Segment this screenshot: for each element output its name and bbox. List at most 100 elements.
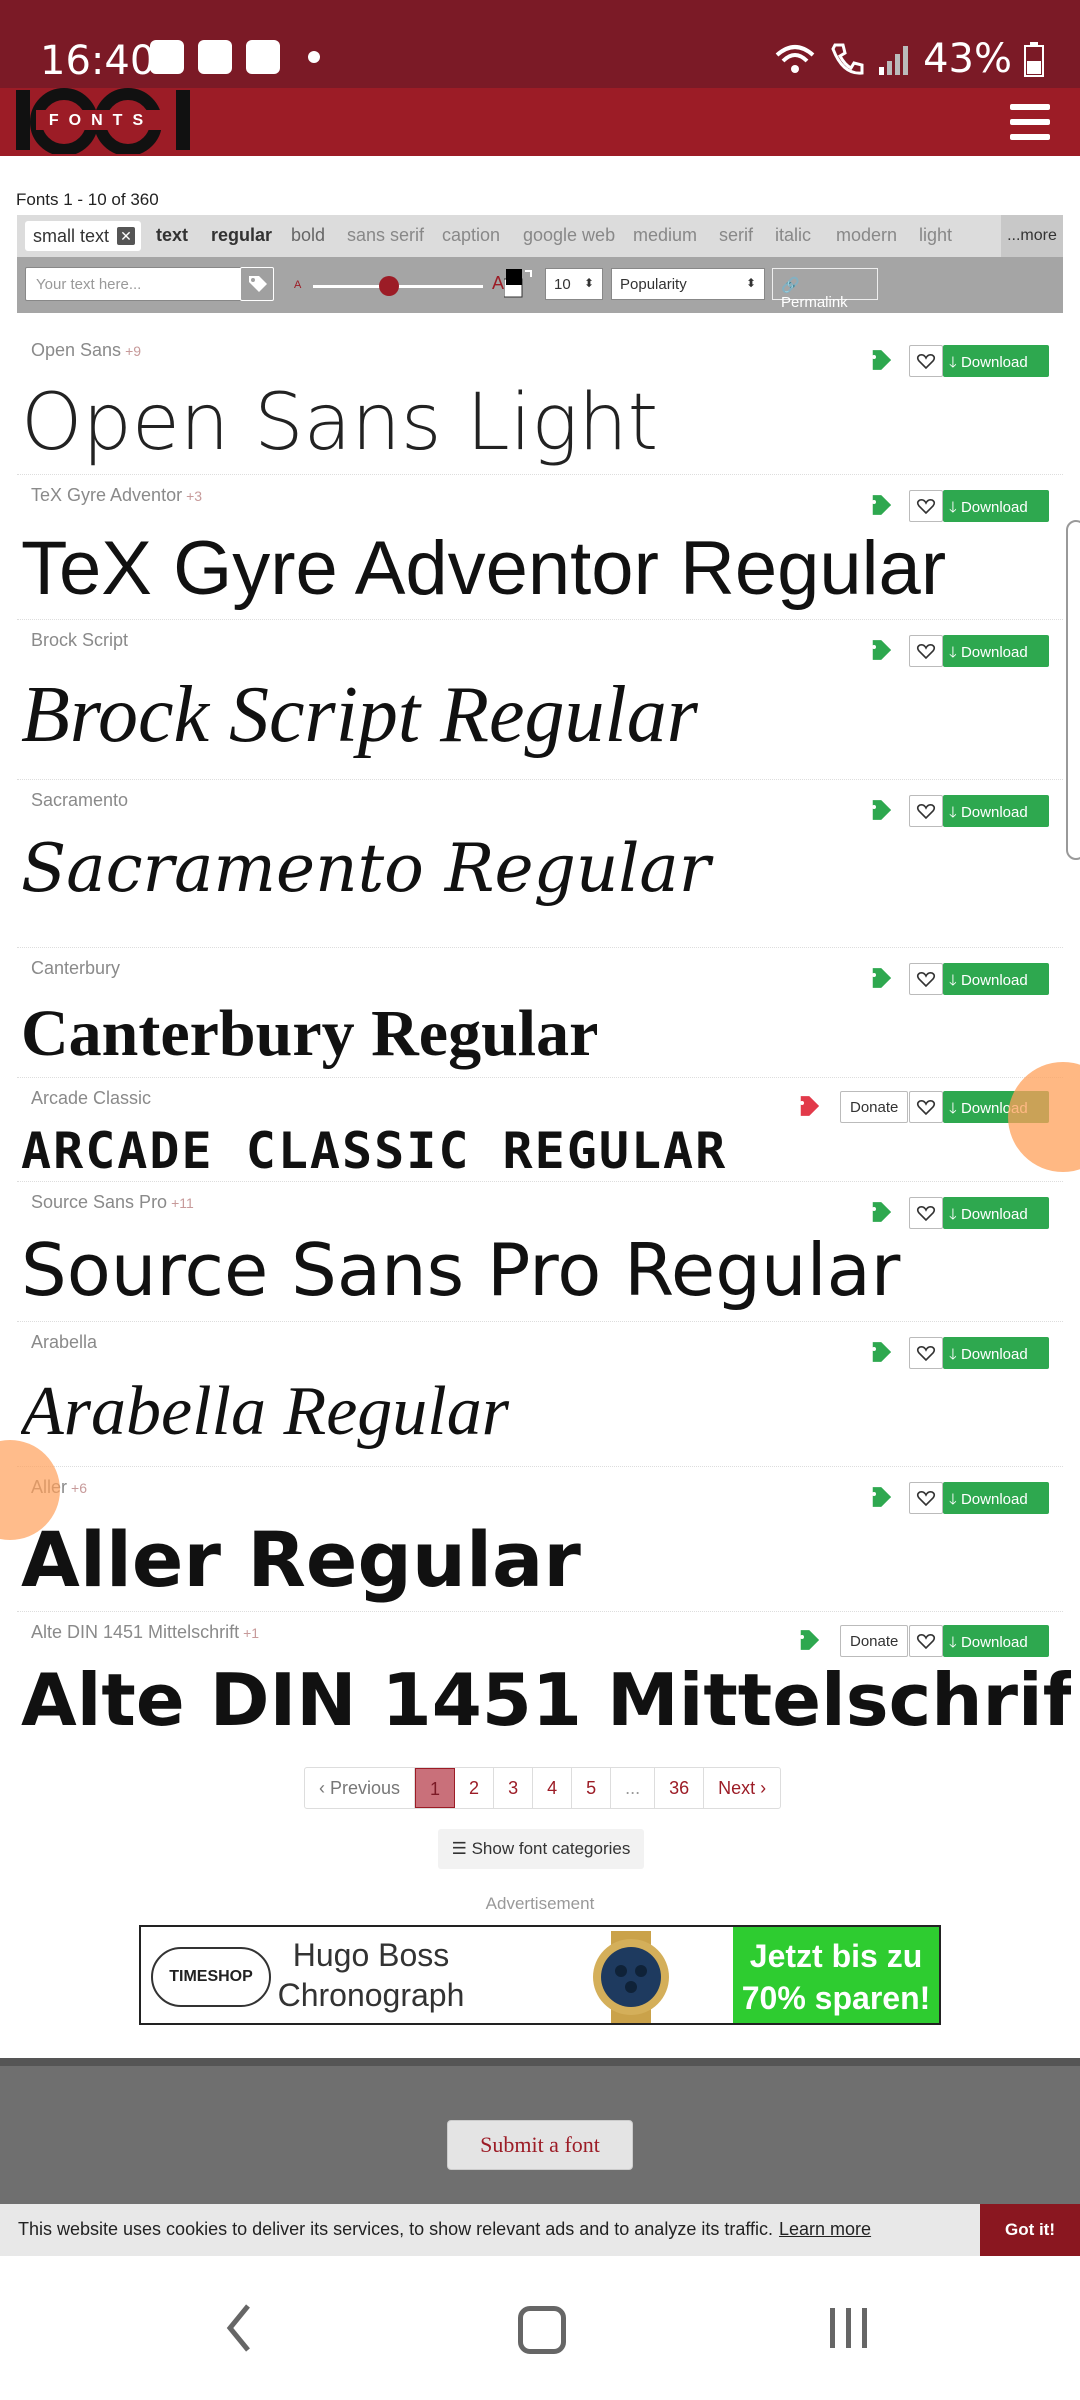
download-button[interactable]: 🡓 Download — [943, 345, 1049, 377]
license-tag-icon[interactable] — [863, 491, 891, 519]
font-preview[interactable]: Aller Regular — [21, 1515, 1071, 1604]
download-button[interactable]: 🡓 Download — [943, 1625, 1049, 1657]
font-preview[interactable]: Brock Script Regular — [21, 670, 1071, 761]
download-label: Download — [960, 499, 1028, 516]
license-tag-icon[interactable] — [863, 796, 891, 824]
download-button[interactable]: 🡓 Download — [943, 490, 1049, 522]
remove-tag-icon[interactable]: ✕ — [117, 227, 136, 245]
font-name[interactable]: Brock Script — [31, 630, 128, 651]
license-tag-icon[interactable] — [863, 1338, 891, 1366]
license-tag-icon[interactable] — [863, 1198, 891, 1226]
download-button[interactable]: 🡓 Download — [943, 635, 1049, 667]
favorite-button[interactable] — [909, 1625, 943, 1657]
font-name[interactable]: Canterbury — [31, 958, 120, 979]
donate-button[interactable]: Donate — [840, 1091, 908, 1123]
show-categories-button[interactable]: ☰ Show font categories — [438, 1829, 644, 1869]
ad-cta[interactable]: Jetzt bis zu 70% sparen! — [733, 1927, 939, 2023]
tag-modern[interactable]: modern — [836, 225, 897, 246]
font-name[interactable]: Alte DIN 1451 Mittelschrift +1 — [31, 1622, 259, 1643]
download-button[interactable]: 🡓 Download — [943, 1337, 1049, 1369]
home-icon[interactable] — [518, 2306, 566, 2354]
sort-select[interactable]: Popularity ⬍ — [611, 268, 765, 300]
download-button[interactable]: 🡓 Download — [943, 795, 1049, 827]
tag-caption[interactable]: caption — [442, 225, 500, 246]
font-preview[interactable]: Arabella Regular — [21, 1372, 1071, 1452]
favorite-button[interactable] — [909, 1337, 943, 1369]
favorite-button[interactable] — [909, 1197, 943, 1229]
page-1[interactable]: 1 — [415, 1768, 456, 1808]
favorite-button[interactable] — [909, 345, 943, 377]
teams-icon — [246, 40, 280, 74]
got-it-button[interactable]: Got it! — [980, 2204, 1080, 2256]
tag-bold[interactable]: bold — [291, 225, 325, 246]
learn-more-link[interactable]: Learn more — [779, 2219, 871, 2239]
permalink-button[interactable]: 🔗 Permalink — [772, 268, 878, 311]
active-tag[interactable]: small text ✕ — [25, 221, 142, 251]
license-tag-icon[interactable] — [863, 964, 891, 992]
tag-google-web[interactable]: google web — [523, 225, 615, 246]
license-tag-icon[interactable] — [863, 636, 891, 664]
font-preview[interactable]: Alte DIN 1451 Mittelschrift Regul — [21, 1658, 1071, 1742]
page-5[interactable]: 5 — [572, 1768, 612, 1808]
favorite-button[interactable] — [909, 490, 943, 522]
favorite-button[interactable] — [909, 635, 943, 667]
download-button[interactable]: 🡓 Download — [943, 963, 1049, 995]
tag-serif[interactable]: serif — [719, 225, 753, 246]
site-logo[interactable]: FONTS — [16, 88, 198, 154]
font-preview[interactable]: TeX Gyre Adventor Regular — [21, 525, 1071, 612]
ad-brand-logo: TIMESHOP — [151, 1947, 271, 2007]
scroll-indicator[interactable] — [1066, 520, 1080, 860]
font-preview[interactable]: Source Sans Pro Regular — [21, 1228, 1071, 1312]
variants-count: +1 — [243, 1625, 260, 1641]
font-name[interactable]: TeX Gyre Adventor +3 — [31, 485, 202, 506]
page-last[interactable]: 36 — [655, 1768, 705, 1808]
favorite-button[interactable] — [909, 1482, 943, 1514]
submit-font-button[interactable]: Submit a font — [447, 2120, 633, 2170]
font-preview[interactable]: ARCADE CLASSIC REGULAR — [21, 1122, 1071, 1180]
ad-banner[interactable]: TIMESHOP Hugo Boss Chronograph Jetzt bis… — [139, 1925, 941, 2025]
page: 16:40 43% FONTS Fonts 1 - 10 of 360 smal… — [0, 0, 1080, 2400]
tag-medium[interactable]: medium — [633, 225, 697, 246]
favorite-button[interactable] — [909, 795, 943, 827]
next-page-button[interactable]: Next › — [704, 1768, 780, 1808]
tag-text[interactable]: text — [156, 225, 188, 246]
download-button[interactable]: 🡓 Download — [943, 1482, 1049, 1514]
donate-button[interactable]: Donate — [840, 1625, 908, 1657]
system-nav-bar — [0, 2256, 1080, 2400]
font-name[interactable]: Open Sans +9 — [31, 340, 141, 361]
favorite-button[interactable] — [909, 963, 943, 995]
font-preview[interactable]: Canterbury Regular — [21, 996, 1071, 1072]
font-name[interactable]: Sacramento — [31, 790, 128, 811]
favorite-button[interactable] — [909, 1091, 943, 1123]
battery-text: 43% — [923, 36, 1012, 82]
download-icon: 🡓 — [949, 1346, 961, 1363]
size-slider-knob[interactable] — [379, 276, 399, 296]
hamburger-menu-icon[interactable] — [1010, 104, 1050, 140]
preview-text-input[interactable]: Your text here... — [25, 267, 257, 301]
tag-italic[interactable]: italic — [775, 225, 811, 246]
page-3[interactable]: 3 — [494, 1768, 534, 1808]
tag-regular[interactable]: regular — [211, 225, 272, 246]
color-picker-icon[interactable] — [504, 267, 534, 299]
tag-button[interactable] — [240, 267, 274, 301]
font-name[interactable]: Source Sans Pro +11 — [31, 1192, 194, 1213]
back-icon[interactable] — [220, 2300, 260, 2356]
font-preview[interactable]: Open Sans Light — [21, 378, 1071, 468]
license-tag-icon[interactable] — [863, 1483, 891, 1511]
license-tag-icon[interactable] — [791, 1626, 819, 1654]
tag-sans-serif[interactable]: sans serif — [347, 225, 424, 246]
page-2[interactable]: 2 — [455, 1768, 495, 1808]
tag-light[interactable]: light — [919, 225, 952, 246]
more-tags-button[interactable]: ...more — [1001, 215, 1063, 257]
page-4[interactable]: 4 — [533, 1768, 573, 1808]
previous-page-button[interactable]: ‹ Previous — [305, 1768, 416, 1808]
results-per-page-select[interactable]: 10 ⬍ — [545, 268, 603, 300]
download-button[interactable]: 🡓 Download — [943, 1197, 1049, 1229]
license-tag-icon[interactable] — [863, 346, 891, 374]
font-name[interactable]: Arabella — [31, 1332, 97, 1353]
font-preview[interactable]: Sacramento Regular — [21, 830, 1071, 907]
donate-tag-icon[interactable] — [791, 1092, 819, 1120]
font-name-label: Arabella — [31, 1332, 98, 1352]
recent-apps-icon[interactable] — [826, 2306, 870, 2350]
font-name[interactable]: Arcade Classic — [31, 1088, 151, 1109]
